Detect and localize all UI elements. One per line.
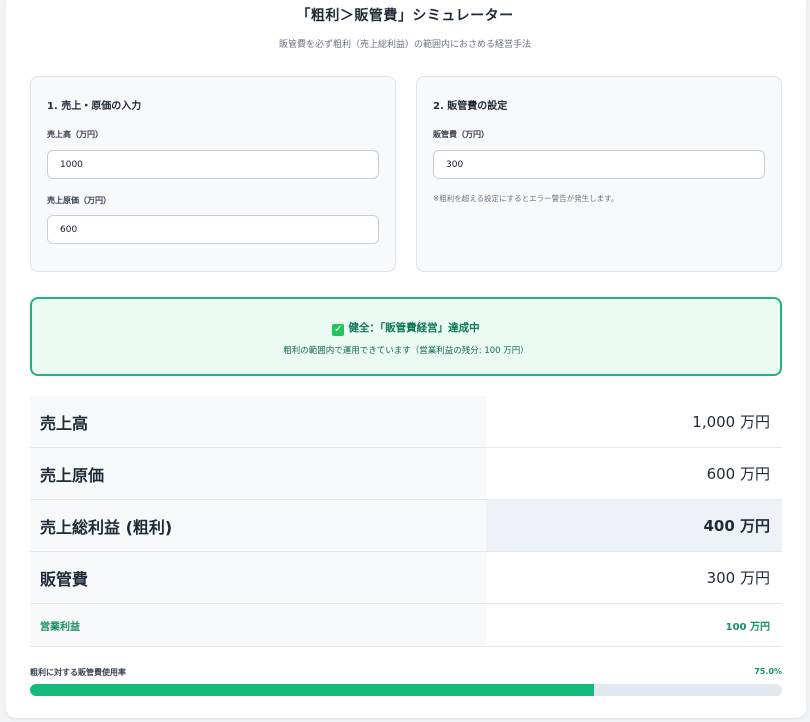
row-label: 売上総利益 (粗利) bbox=[30, 500, 486, 551]
sga-panel-title: 2. 販管費の設定 bbox=[433, 101, 508, 112]
sga-input[interactable] bbox=[433, 150, 765, 179]
row-label: 販管費 bbox=[30, 552, 486, 603]
sga-label: 販管費（万円） bbox=[433, 130, 489, 139]
sales-input[interactable] bbox=[47, 150, 379, 179]
sales-cost-panel: 1. 売上・原価の入力 売上高（万円） 売上原価（万円） bbox=[30, 76, 396, 272]
ratio-label: 粗利に対する販管費使用率 bbox=[30, 668, 126, 677]
sga-panel: 2. 販管費の設定 販管費（万円） ※粗利を超える設定にするとエラー警告が発生し… bbox=[416, 76, 782, 272]
table-row: 営業利益 100 万円 bbox=[30, 604, 782, 647]
sga-note: ※粗利を超える設定にするとエラー警告が発生します。 bbox=[433, 194, 619, 203]
table-row: 売上原価 600 万円 bbox=[30, 448, 782, 500]
sales-cost-panel-title: 1. 売上・原価の入力 bbox=[47, 101, 142, 112]
cost-input[interactable] bbox=[47, 215, 379, 244]
row-value: 300 万円 bbox=[706, 569, 770, 587]
page-title: 「粗利＞販管費」シミュレーター bbox=[296, 8, 514, 24]
status-message: 粗利の範囲内で運用できています（営業利益の残分: 100 万円） bbox=[283, 346, 529, 356]
table-row: 売上総利益 (粗利) 400 万円 bbox=[30, 500, 782, 552]
row-label: 営業利益 bbox=[30, 604, 486, 646]
row-value: 600 万円 bbox=[706, 465, 770, 483]
table-row: 販管費 300 万円 bbox=[30, 552, 782, 604]
ratio-progress-bar bbox=[30, 684, 782, 696]
row-value: 400 万円 bbox=[486, 500, 782, 551]
row-label: 売上高 bbox=[30, 396, 486, 447]
row-value: 1,000 万円 bbox=[692, 413, 770, 431]
status-banner: ✓ 健全：「販管費経営」達成中 粗利の範囲内で運用できています（営業利益の残分: … bbox=[30, 297, 782, 376]
summary-table: 売上高 1,000 万円 売上原価 600 万円 売上総利益 (粗利) 400 … bbox=[30, 396, 782, 647]
row-value: 100 万円 bbox=[725, 621, 770, 633]
table-row: 売上高 1,000 万円 bbox=[30, 396, 782, 448]
sales-label: 売上高（万円） bbox=[47, 130, 103, 139]
ratio-progress-fill bbox=[30, 684, 594, 696]
check-icon: ✓ bbox=[332, 324, 345, 336]
page-subtitle: 販管費を必ず粗利（売上総利益）の範囲内におさめる経営手法 bbox=[278, 40, 531, 50]
cost-label: 売上原価（万円） bbox=[47, 196, 111, 205]
status-title: 健全：「販管費経営」達成中 bbox=[348, 322, 480, 334]
ratio-percentage: 75.0% bbox=[754, 667, 782, 676]
row-label: 売上原価 bbox=[30, 448, 486, 499]
